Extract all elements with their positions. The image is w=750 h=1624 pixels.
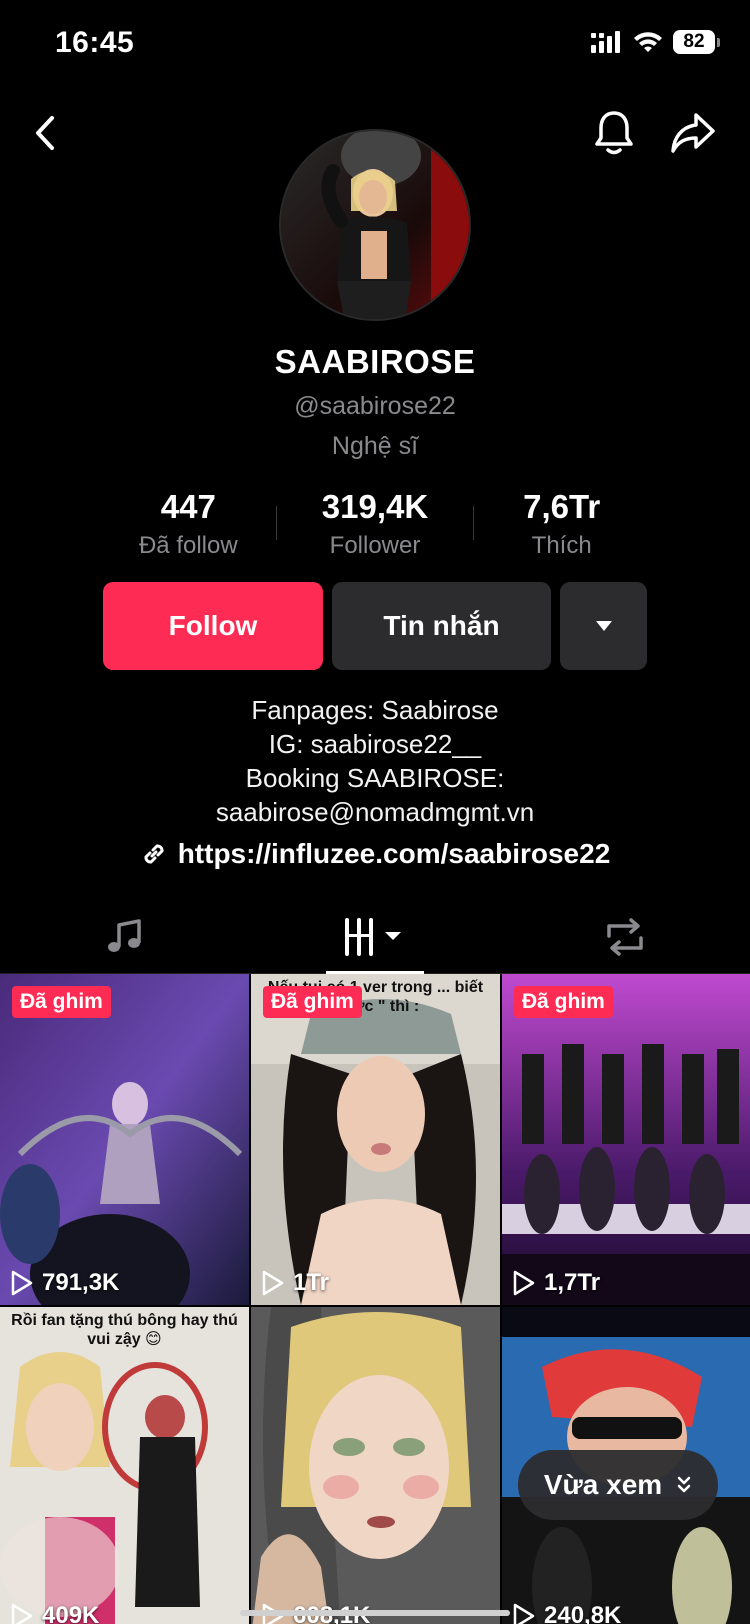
stat-divider bbox=[276, 506, 277, 540]
profile-avatar[interactable] bbox=[279, 129, 471, 321]
play-icon bbox=[11, 1270, 33, 1296]
caret-down-icon bbox=[595, 621, 612, 631]
recently-viewed-button[interactable]: Vừa xem bbox=[518, 1450, 718, 1520]
share-button[interactable] bbox=[668, 108, 718, 158]
wifi-icon bbox=[634, 32, 662, 52]
pinned-badge: Đã ghim bbox=[514, 986, 613, 1018]
tab-reposts[interactable] bbox=[500, 900, 750, 973]
view-count: 791,3K bbox=[10, 1269, 119, 1297]
view-count-text: 791,3K bbox=[42, 1269, 120, 1296]
video-thumbnail[interactable]: Rồi fan tặng thú bông hay thú vui zậy 😊 … bbox=[0, 1307, 249, 1624]
display-name: SAABIROSE bbox=[274, 343, 476, 380]
notification-bell-button[interactable] bbox=[589, 108, 639, 158]
status-bar: 16:45 82 bbox=[0, 0, 750, 90]
bio-line: saabirose@nomadmgmt.vn bbox=[215, 797, 535, 827]
view-count: 1Tr bbox=[261, 1269, 329, 1297]
battery-level: 82 bbox=[673, 30, 715, 54]
video-thumbnail[interactable]: 608,1K bbox=[251, 1307, 500, 1624]
chevron-left-icon bbox=[36, 116, 54, 150]
stat-value: 319,4K bbox=[321, 488, 429, 525]
repost-icon bbox=[607, 917, 643, 956]
play-icon bbox=[262, 1270, 284, 1296]
profile-bio: Fanpages: Saabirose IG: saabirose22__ Bo… bbox=[0, 693, 750, 829]
back-button[interactable] bbox=[20, 108, 70, 158]
view-count: 1,7Tr bbox=[512, 1269, 600, 1297]
view-count-text: 409K bbox=[42, 1602, 100, 1624]
more-options-button[interactable] bbox=[560, 582, 647, 670]
share-arrow-icon bbox=[671, 113, 715, 153]
stat-following[interactable]: 447 Đã follow bbox=[95, 488, 282, 560]
music-note-icon bbox=[108, 918, 141, 952]
view-count: 240,8K bbox=[512, 1602, 621, 1624]
bio-line: IG: saabirose22__ bbox=[268, 729, 482, 759]
pinned-badge: Đã ghim bbox=[12, 986, 111, 1018]
status-icons: 82 bbox=[591, 30, 720, 54]
bio-link[interactable]: https://influzee.com/saabirose22 bbox=[0, 838, 750, 870]
status-time: 16:45 bbox=[55, 26, 135, 59]
tab-music[interactable] bbox=[0, 900, 250, 973]
home-indicator bbox=[240, 1610, 510, 1616]
play-icon bbox=[513, 1270, 535, 1296]
follow-button[interactable]: Follow bbox=[103, 582, 323, 670]
stat-divider bbox=[473, 506, 474, 540]
stat-label: Thích bbox=[531, 532, 592, 559]
video-thumbnail[interactable]: Đã ghim 791,3K bbox=[0, 974, 249, 1305]
battery-icon: 82 bbox=[673, 30, 720, 54]
profile-stats: 447 Đã follow 319,4K Follower 7,6Tr Thíc… bbox=[95, 488, 655, 560]
view-count: 409K bbox=[10, 1602, 99, 1624]
stat-value: 447 bbox=[160, 488, 216, 525]
tab-videos[interactable] bbox=[250, 900, 500, 974]
double-chevron-down-icon bbox=[677, 1476, 691, 1493]
stat-followers[interactable]: 319,4K Follower bbox=[282, 488, 469, 560]
message-button[interactable]: Tin nhắn bbox=[332, 582, 551, 670]
recently-viewed-label: Vừa xem bbox=[543, 1469, 663, 1500]
bio-line: Booking SAABIROSE: bbox=[245, 763, 505, 793]
profile-actions: Follow Tin nhắn bbox=[103, 582, 647, 670]
view-count-text: 1,7Tr bbox=[544, 1269, 601, 1296]
stat-likes[interactable]: 7,6Tr Thích bbox=[468, 488, 655, 560]
view-count-text: 240,8K bbox=[544, 1602, 622, 1624]
play-icon bbox=[513, 1603, 535, 1624]
stat-value: 7,6Tr bbox=[523, 488, 601, 525]
username: @saabirose22 bbox=[294, 392, 456, 420]
cellular-signal-icon bbox=[591, 31, 620, 53]
stat-label: Follower bbox=[329, 532, 421, 559]
videos-grid-icon bbox=[345, 917, 401, 956]
video-thumbnail[interactable]: Nếu tui có 1 ver trong ... biết được " t… bbox=[251, 974, 500, 1305]
bio-link-text: https://influzee.com/saabirose22 bbox=[177, 838, 611, 869]
video-thumbnail[interactable]: Đã ghim 1,7Tr bbox=[502, 974, 750, 1305]
bell-icon bbox=[595, 111, 633, 155]
video-grid: Đã ghim 791,3K Nếu tui có 1 ver trong ..… bbox=[0, 974, 750, 1624]
profile-category: Nghệ sĩ bbox=[331, 432, 419, 460]
stat-label: Đã follow bbox=[138, 532, 238, 559]
pinned-badge: Đã ghim bbox=[263, 986, 362, 1018]
play-icon bbox=[11, 1603, 33, 1624]
view-count-text: 1Tr bbox=[293, 1269, 330, 1296]
link-icon bbox=[144, 844, 164, 864]
content-tabs bbox=[0, 900, 750, 974]
video-caption-overlay: Rồi fan tặng thú bông hay thú vui zậy 😊 bbox=[11, 1312, 238, 1348]
bio-line: Fanpages: Saabirose bbox=[251, 695, 499, 725]
